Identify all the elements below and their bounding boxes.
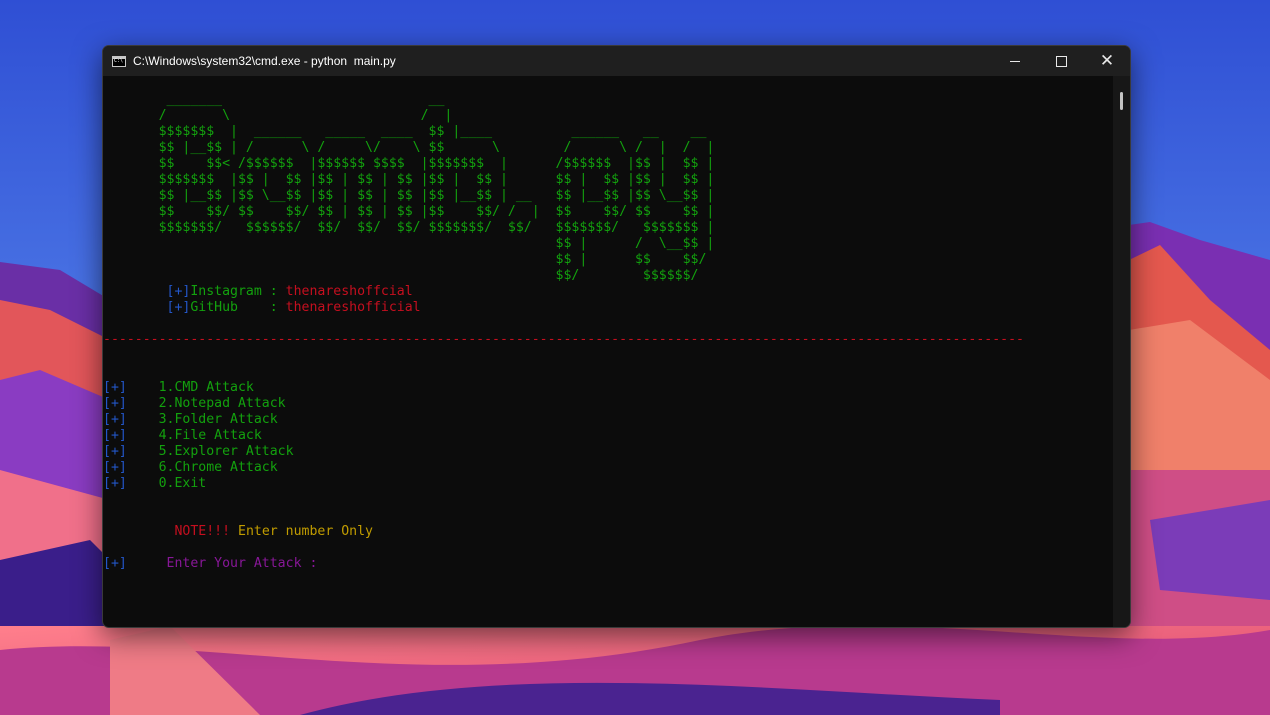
title-bar[interactable]: C:\Windows\system32\cmd.exe - python mai… xyxy=(103,46,1130,76)
scrollbar[interactable] xyxy=(1113,76,1130,627)
menu-tag: [+] xyxy=(103,412,127,427)
menu-label: 5.Explorer Attack xyxy=(158,444,294,459)
banner-line: $$ $$/ $$ $$/ $$ | $$ | $$ |$$ $$/ / | $… xyxy=(103,204,731,219)
console-output[interactable]: _______ __ / \ / | $$$$$$$ | ______ ____… xyxy=(103,76,1113,627)
cmd-window: C:\Windows\system32\cmd.exe - python mai… xyxy=(102,45,1131,628)
banner-line: $$$$$$$/ $$$$$$/ $$/ $$/ $$/ $$$$$$$/ $$… xyxy=(103,220,731,235)
input-prompt[interactable]: [+] Enter Your Attack : xyxy=(103,556,317,572)
menu-label: 3.Folder Attack xyxy=(158,412,278,427)
menu-tag: [+] xyxy=(103,428,127,443)
menu-tag: [+] xyxy=(103,396,127,411)
menu-label: 2.Notepad Attack xyxy=(158,396,286,411)
banner-line: $$ |__$$ | / \ / \/ \ $$ \ / \ / | / | xyxy=(103,140,731,155)
banner-line: _______ __ xyxy=(103,92,731,107)
menu-item: [+] 6.Chrome Attack xyxy=(103,460,278,476)
prompt-tag: [+] xyxy=(103,556,127,571)
social-instagram: [+]Instagram : thenareshoffcial xyxy=(103,284,413,300)
divider-line: ----------------------------------------… xyxy=(103,332,1024,347)
social-tag: [+] xyxy=(166,284,191,299)
social-github: [+]GitHub : thenareshofficial xyxy=(103,300,421,316)
menu-tag: [+] xyxy=(103,476,127,491)
minimize-icon[interactable] xyxy=(992,46,1038,76)
menu-tag: [+] xyxy=(103,380,127,395)
banner-line: $$ $$< /$$$$$$ |$$$$$$ $$$$ |$$$$$$$ | /… xyxy=(103,156,731,171)
menu-item: [+] 2.Notepad Attack xyxy=(103,396,286,412)
menu-item: [+] 0.Exit xyxy=(103,476,206,492)
scrollbar-thumb[interactable] xyxy=(1120,92,1123,110)
window-title: C:\Windows\system32\cmd.exe - python mai… xyxy=(133,54,396,68)
note-text: Enter number Only xyxy=(238,524,373,539)
social-handle: thenareshoffcial xyxy=(285,284,413,299)
window-controls: ✕ xyxy=(992,46,1130,76)
menu-item: [+] 1.CMD Attack xyxy=(103,380,254,396)
banner-line: $$ |__$$ |$$ \__$$ |$$ | $$ | $$ |$$ |__… xyxy=(103,188,731,203)
menu-item: [+] 5.Explorer Attack xyxy=(103,444,294,460)
menu-label: 0.Exit xyxy=(158,476,207,491)
banner-line: / \ / | xyxy=(103,108,731,123)
menu-item: [+] 4.File Attack xyxy=(103,428,262,444)
menu-tag: [+] xyxy=(103,460,127,475)
social-label: GitHub : xyxy=(190,300,286,315)
banner-line: $$ | $$ $$/ xyxy=(103,252,731,267)
note-label: NOTE!!! xyxy=(174,524,238,539)
prompt-text: Enter Your Attack : xyxy=(166,556,318,571)
banner-line: $$$$$$$ |$$ | $$ |$$ | $$ | $$ |$$ | $$ … xyxy=(103,172,731,187)
banner-line: $$$$$$$ | ______ _____ ____ $$ |____ ___… xyxy=(103,124,731,139)
cmd-app-icon xyxy=(112,55,126,67)
social-tag: [+] xyxy=(166,300,191,315)
menu-label: 6.Chrome Attack xyxy=(158,460,278,475)
banner-line: $$/ $$$$$$/ xyxy=(103,268,731,283)
social-label: Instagram : xyxy=(190,284,286,299)
menu-label: 1.CMD Attack xyxy=(158,380,254,395)
social-handle: thenareshofficial xyxy=(285,300,421,315)
note-line: NOTE!!! Enter number Only xyxy=(103,524,373,540)
menu-item: [+] 3.Folder Attack xyxy=(103,412,278,428)
banner-line: $$ | / \__$$ | xyxy=(103,236,731,251)
menu-tag: [+] xyxy=(103,444,127,459)
close-icon[interactable]: ✕ xyxy=(1084,46,1130,76)
maximize-icon[interactable] xyxy=(1038,46,1084,76)
menu-label: 4.File Attack xyxy=(158,428,262,443)
